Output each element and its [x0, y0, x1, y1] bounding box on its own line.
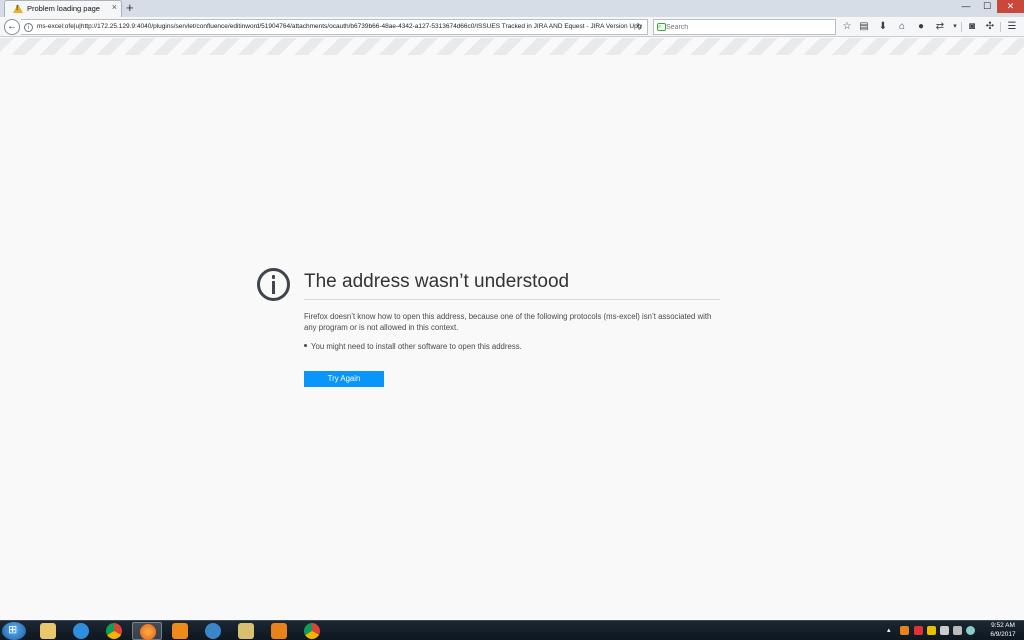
tab-title: Problem loading page — [27, 4, 100, 13]
bullet-icon — [304, 344, 307, 348]
error-bullet: You might need to install other software… — [304, 342, 522, 351]
home-icon[interactable]: ⌂ — [895, 20, 909, 34]
reload-icon[interactable]: ↻ — [636, 22, 643, 31]
system-tray: ▴ — [884, 623, 984, 639]
pocket-icon[interactable]: ◙ — [965, 20, 979, 34]
chrome-icon[interactable] — [99, 622, 129, 640]
outlook-icon[interactable] — [264, 622, 294, 640]
firefox-icon[interactable] — [132, 622, 162, 640]
tray-app-icon[interactable] — [966, 626, 975, 635]
taskbar: ▴ 9:52 AM 6/9/2017 — [0, 620, 1024, 640]
tray-app-icon[interactable] — [900, 626, 909, 635]
search-bar[interactable]: ⌕ — [653, 19, 836, 35]
download-icon[interactable]: ⬇ — [876, 20, 890, 34]
start-button[interactable] — [2, 622, 26, 640]
tab-problem-loading[interactable]: Problem loading page × — [4, 0, 122, 17]
menu-icon[interactable]: ☰ — [1005, 20, 1019, 34]
title-divider — [304, 299, 720, 300]
title-bar: Problem loading page × + — ☐ ✕ — [0, 0, 1024, 17]
folder-icon[interactable] — [231, 622, 261, 640]
clock-date[interactable]: 6/9/2017 — [986, 631, 1020, 638]
close-window-button[interactable]: ✕ — [997, 0, 1024, 13]
volume-icon[interactable] — [953, 626, 962, 635]
toolbar-separator — [961, 22, 962, 32]
reading-list-icon[interactable]: ▤ — [857, 20, 871, 34]
communicator-icon[interactable] — [198, 622, 228, 640]
try-again-button[interactable]: Try Again — [304, 371, 384, 387]
search-input[interactable] — [666, 21, 831, 33]
back-button[interactable]: ← — [4, 19, 20, 35]
send-icon[interactable]: ⇄ — [933, 20, 947, 34]
tab-close-icon[interactable]: × — [112, 2, 117, 12]
search-engine-icon[interactable]: ⌕ — [657, 23, 666, 31]
error-description: Firefox doesn’t know how to open this ad… — [304, 312, 712, 332]
url-text[interactable]: ms-excel:ofe|u|http://172.25.129.9:4040/… — [37, 23, 641, 30]
info-icon — [257, 268, 290, 301]
maximize-button[interactable]: ☐ — [977, 0, 997, 13]
extension-icon[interactable]: ✣ — [983, 20, 997, 34]
error-bullet-text: You might need to install other software… — [311, 342, 522, 351]
warning-icon — [13, 4, 23, 13]
clock-time[interactable]: 9:52 AM — [986, 622, 1020, 629]
new-tab-button[interactable]: + — [126, 0, 134, 15]
navigation-toolbar: ← i ms-excel:ofe|u|http://172.25.129.9:4… — [0, 17, 1024, 37]
error-title: The address wasn’t understood — [304, 271, 570, 292]
account-icon[interactable]: ● — [914, 20, 928, 34]
show-hidden-icons-icon[interactable]: ▴ — [887, 626, 891, 635]
chrome-icon[interactable] — [297, 622, 327, 640]
minimize-button[interactable]: — — [955, 0, 977, 13]
internet-explorer-icon[interactable] — [66, 622, 96, 640]
striped-banner — [0, 38, 1024, 55]
dropdown-icon[interactable]: ▾ — [948, 20, 962, 34]
site-info-icon[interactable]: i — [24, 23, 33, 32]
media-player-icon[interactable] — [165, 622, 195, 640]
error-page: The address wasn’t understood Firefox do… — [0, 55, 1024, 620]
tray-app-icon[interactable] — [927, 626, 936, 635]
network-icon[interactable] — [940, 626, 949, 635]
url-bar[interactable]: i ms-excel:ofe|u|http://172.25.129.9:404… — [21, 19, 648, 35]
file-explorer-icon[interactable] — [33, 622, 63, 640]
star-icon[interactable]: ☆ — [840, 20, 854, 34]
tray-app-icon[interactable] — [914, 626, 923, 635]
toolbar-separator — [1000, 22, 1001, 32]
